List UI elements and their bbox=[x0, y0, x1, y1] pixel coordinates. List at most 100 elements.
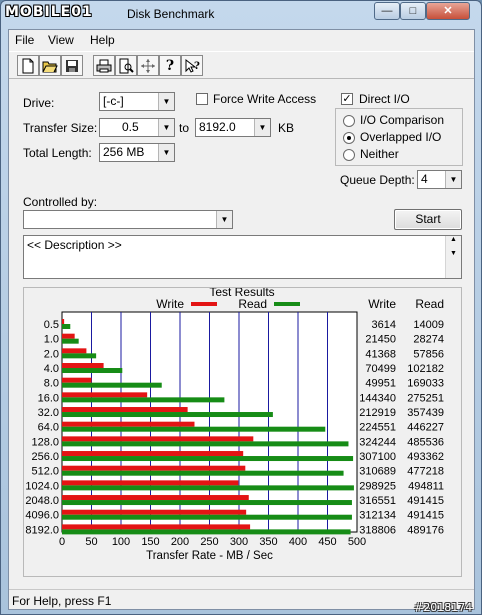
y-tick-label: 4096.0 bbox=[25, 510, 59, 522]
write-bar bbox=[62, 348, 87, 354]
drive-value: [-c-] bbox=[103, 94, 124, 108]
write-value: 21450 bbox=[365, 334, 396, 346]
maximize-button[interactable]: □ bbox=[400, 2, 426, 20]
y-tick-label: 2048.0 bbox=[25, 495, 59, 507]
io-comparison-label: I/O Comparison bbox=[360, 113, 445, 127]
chevron-down-icon[interactable]: ▼ bbox=[254, 119, 270, 136]
write-bar bbox=[62, 495, 249, 501]
write-value: 324244 bbox=[359, 436, 396, 448]
chevron-down-icon[interactable]: ▼ bbox=[158, 119, 174, 136]
read-value: 485536 bbox=[407, 436, 444, 448]
write-bar bbox=[62, 392, 148, 398]
move-icon[interactable] bbox=[137, 55, 159, 76]
direct-io-checkbox[interactable]: ✓ bbox=[341, 93, 353, 105]
write-bar bbox=[62, 421, 195, 427]
y-tick-label: 2.0 bbox=[44, 348, 59, 360]
minimize-button[interactable]: — bbox=[374, 2, 400, 20]
total-length-select[interactable]: 256 MB ▼ bbox=[99, 143, 175, 162]
read-value: 14009 bbox=[413, 319, 444, 331]
transfer-size-from-select[interactable]: 0.5 ▼ bbox=[99, 118, 175, 137]
help-icon[interactable]: ? bbox=[159, 55, 181, 76]
description-text: << Description >> bbox=[27, 238, 122, 252]
read-bar bbox=[62, 412, 273, 418]
y-tick-label: 8.0 bbox=[44, 378, 59, 390]
read-bar bbox=[62, 353, 97, 359]
read-bar bbox=[62, 324, 71, 329]
read-value: 169033 bbox=[407, 378, 444, 390]
menu-file[interactable]: File bbox=[15, 33, 34, 47]
x-tick-label: 300 bbox=[230, 536, 248, 548]
read-bar bbox=[62, 470, 344, 476]
status-text: For Help, press F1 bbox=[12, 594, 112, 608]
new-document-icon[interactable] bbox=[17, 55, 39, 76]
description-scrollbar[interactable]: ▲ ▼ bbox=[445, 236, 461, 278]
total-length-value: 256 MB bbox=[103, 145, 145, 159]
menu-view[interactable]: View bbox=[48, 33, 74, 47]
read-bar bbox=[62, 382, 162, 388]
neither-radio[interactable] bbox=[343, 149, 355, 161]
write-bar bbox=[62, 465, 246, 471]
legend-read-swatch bbox=[274, 302, 300, 306]
chevron-down-icon[interactable]: ▼ bbox=[158, 93, 174, 110]
description-box[interactable]: << Description >> ▲ ▼ bbox=[23, 235, 462, 279]
read-bar bbox=[62, 441, 349, 447]
write-bar bbox=[62, 333, 75, 339]
start-button[interactable]: Start bbox=[394, 209, 462, 230]
chevron-down-icon[interactable]: ▼ bbox=[445, 171, 461, 188]
title-bar[interactable]: MOBILE01 Disk Benchmark — □ ✕ bbox=[1, 1, 481, 29]
write-bar bbox=[62, 377, 92, 383]
neither-label: Neither bbox=[360, 147, 399, 161]
toolbar: ? ? bbox=[9, 51, 474, 79]
svg-text:?: ? bbox=[194, 61, 200, 72]
menu-bar: File View Help bbox=[9, 30, 474, 50]
io-comparison-radio[interactable] bbox=[343, 115, 355, 127]
context-help-icon[interactable]: ? bbox=[181, 55, 203, 76]
legend-write-swatch bbox=[191, 302, 217, 306]
mobile01-logo: MOBILE01 bbox=[5, 4, 93, 20]
print-preview-icon[interactable] bbox=[115, 55, 137, 76]
drive-select[interactable]: [-c-] ▼ bbox=[99, 92, 175, 111]
queue-depth-select[interactable]: 4 ▼ bbox=[417, 170, 462, 189]
legend-write-label: Write bbox=[156, 297, 184, 311]
window-title: Disk Benchmark bbox=[127, 7, 215, 21]
transfer-size-to-value: 8192.0 bbox=[199, 120, 236, 134]
transfer-size-to-select[interactable]: 8192.0 ▼ bbox=[195, 118, 271, 137]
read-value: 446227 bbox=[407, 422, 444, 434]
open-folder-icon[interactable] bbox=[39, 55, 61, 76]
read-value: 489176 bbox=[407, 524, 444, 536]
read-bar bbox=[62, 338, 79, 344]
write-bar bbox=[62, 319, 65, 324]
controlled-by-select[interactable]: ▼ bbox=[23, 210, 233, 229]
force-write-checkbox[interactable] bbox=[196, 93, 208, 105]
write-value: 3614 bbox=[372, 319, 396, 331]
y-tick-label: 4.0 bbox=[44, 363, 59, 375]
y-tick-label: 64.0 bbox=[38, 422, 59, 434]
read-value: 491415 bbox=[407, 510, 444, 522]
write-value: 318806 bbox=[359, 524, 396, 536]
print-icon[interactable] bbox=[93, 55, 115, 76]
write-bar bbox=[62, 509, 247, 515]
chevron-down-icon[interactable]: ▼ bbox=[216, 211, 232, 228]
transfer-size-label: Transfer Size: bbox=[23, 121, 98, 135]
read-bar bbox=[62, 529, 351, 535]
write-value: 307100 bbox=[359, 451, 396, 463]
write-bar bbox=[62, 524, 251, 530]
status-bar: For Help, press F1 bbox=[9, 589, 474, 609]
read-bar bbox=[62, 500, 352, 506]
read-value: 28274 bbox=[413, 334, 444, 346]
save-icon[interactable] bbox=[61, 55, 83, 76]
x-tick-label: 350 bbox=[259, 536, 277, 548]
y-tick-label: 512.0 bbox=[31, 466, 59, 478]
write-value: 298925 bbox=[359, 480, 396, 492]
y-tick-label: 1.0 bbox=[44, 334, 59, 346]
overlapped-io-radio[interactable] bbox=[343, 132, 355, 144]
overlapped-io-label: Overlapped I/O bbox=[360, 130, 442, 144]
chevron-down-icon[interactable]: ▼ bbox=[158, 144, 174, 161]
total-length-label: Total Length: bbox=[23, 146, 92, 160]
test-results-chart: Test Results0 50 100 150 200 250 300 350 400 450 5… bbox=[25, 285, 444, 562]
menu-help[interactable]: Help bbox=[90, 33, 115, 47]
x-tick-label: 400 bbox=[289, 536, 307, 548]
read-value: 102182 bbox=[407, 363, 444, 375]
y-tick-label: 8192.0 bbox=[25, 524, 59, 536]
close-button[interactable]: ✕ bbox=[426, 2, 470, 20]
